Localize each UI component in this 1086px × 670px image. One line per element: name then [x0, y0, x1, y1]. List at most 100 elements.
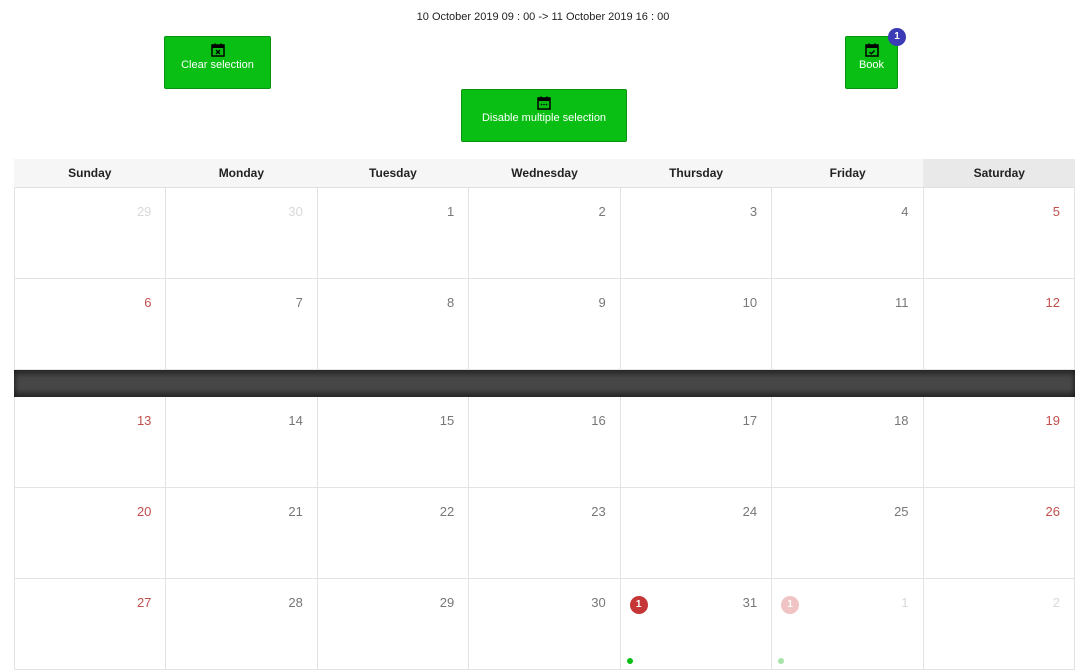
calendar-day[interactable]: 1	[316, 188, 468, 278]
calendar-day[interactable]: 2	[468, 188, 619, 278]
selected-range-text: 10 October 2019 09 : 00 -> 11 October 20…	[416, 11, 670, 23]
calendar-day[interactable]: 14	[165, 397, 316, 487]
day-number: 13	[136, 413, 152, 428]
day-number: 28	[288, 595, 303, 610]
day-number: 17	[742, 413, 758, 428]
calendar-day[interactable]: 16	[468, 397, 619, 487]
day-number: 12	[1045, 295, 1060, 310]
day-number: 29	[439, 595, 455, 610]
clear-selection-label: Clear selection	[181, 59, 254, 71]
day-number: 2	[1052, 595, 1060, 610]
day-number: 1	[901, 595, 909, 610]
day-number: 5	[1052, 204, 1060, 219]
event-count-badge[interactable]: 1	[629, 596, 648, 614]
day-number: 27	[136, 595, 152, 610]
day-number: 29	[136, 204, 152, 219]
day-number: 19	[1045, 413, 1060, 428]
day-number: 1	[447, 204, 455, 219]
weekday-header: Saturday	[923, 159, 1076, 187]
day-number: 10	[742, 295, 758, 310]
calendar-day[interactable]: 24	[619, 488, 771, 578]
weekday-header-row: Sunday Monday Tuesday Wednesday Thursday…	[14, 159, 1076, 188]
day-number: 21	[288, 504, 303, 519]
event-dot	[778, 658, 785, 664]
calendar-day[interactable]: 30	[468, 579, 619, 669]
calendar-check-icon	[864, 43, 879, 57]
day-number: 8	[447, 295, 455, 310]
day-number: 11	[895, 295, 909, 310]
event-dot	[626, 658, 633, 664]
weekday-header: Friday	[829, 166, 866, 180]
day-number: 9	[598, 295, 606, 310]
day-number: 20	[136, 504, 152, 519]
calendar-day[interactable]: 28	[165, 579, 316, 669]
calendar-day[interactable]: 21	[165, 488, 316, 578]
clear-selection-button[interactable]: Clear selection	[164, 36, 271, 89]
day-number: 14	[288, 413, 303, 428]
day-number: 30	[591, 595, 606, 610]
day-number: 15	[439, 413, 455, 428]
calendar-icon	[537, 96, 551, 110]
weekday-header: Sunday	[68, 166, 112, 180]
day-number: 4	[901, 204, 909, 219]
day-number: 22	[439, 504, 455, 519]
calendar-week-row: 27 28 29 30 1 31 1 1 2	[14, 579, 1075, 670]
calendar-day[interactable]: 18	[771, 397, 922, 487]
disable-multiple-selection-button[interactable]: Disable multiple selection	[461, 89, 627, 142]
calendar-week-row: 29 30 1 2 3 4 5	[14, 188, 1075, 279]
book-button[interactable]: Book	[845, 36, 898, 89]
selection-range-bar[interactable]	[14, 370, 1075, 397]
event-count-badge[interactable]: 1	[781, 596, 800, 614]
day-number: 16	[591, 413, 606, 428]
calendar-day[interactable]: 15	[316, 397, 468, 487]
calendar-day[interactable]: 23	[468, 488, 619, 578]
calendar-day[interactable]: 2	[922, 579, 1075, 669]
calendar-day[interactable]: 1 1	[771, 579, 922, 669]
weekday-header: Thursday	[669, 166, 724, 180]
calendar-day[interactable]: 1 31	[619, 579, 771, 669]
day-number: 3	[749, 204, 758, 219]
calendar-day[interactable]: 25	[771, 488, 922, 578]
calendar-day[interactable]: 17	[619, 397, 771, 487]
calendar-day[interactable]: 29	[14, 188, 165, 278]
calendar-day[interactable]: 22	[316, 488, 468, 578]
calendar-day[interactable]: 4	[771, 188, 922, 278]
calendar-month-grid: Sunday Monday Tuesday Wednesday Thursday…	[14, 159, 1076, 670]
calendar-day[interactable]: 3	[619, 188, 771, 278]
calendar-day[interactable]: 11	[771, 279, 922, 369]
calendar-day[interactable]: 6	[14, 279, 165, 369]
day-number: 25	[894, 504, 909, 519]
calendar-day[interactable]: 19	[922, 397, 1075, 487]
calendar-x-icon	[210, 43, 225, 57]
calendar-day[interactable]: 5	[922, 188, 1075, 278]
day-number: 7	[295, 295, 303, 310]
day-number: 2	[598, 204, 606, 219]
day-number: 6	[144, 295, 152, 310]
calendar-day[interactable]: 12	[922, 279, 1075, 369]
weekday-header: Wednesday	[511, 166, 578, 180]
calendar-day[interactable]: 29	[316, 579, 468, 669]
book-count-badge: 1	[888, 28, 906, 46]
weekday-header: Tuesday	[369, 166, 417, 180]
calendar-week-row: 13 14 15 16 17 18 19	[14, 397, 1075, 488]
calendar-day[interactable]: 13	[14, 397, 165, 487]
book-label: Book	[858, 59, 885, 71]
weekday-header: Monday	[218, 166, 265, 180]
calendar-day[interactable]: 9	[468, 279, 619, 369]
calendar-day[interactable]: 30	[165, 188, 316, 278]
day-number: 18	[894, 413, 909, 428]
day-number: 26	[1045, 504, 1060, 519]
calendar-day[interactable]: 26	[922, 488, 1075, 578]
calendar-day[interactable]: 8	[316, 279, 468, 369]
calendar-day[interactable]: 20	[14, 488, 165, 578]
calendar-day[interactable]: 27	[14, 579, 165, 669]
calendar-week-row: 20 21 22 23 24 25 26	[14, 488, 1075, 579]
calendar-day[interactable]: 7	[165, 279, 316, 369]
disable-multiple-selection-label: Disable multiple selection	[481, 112, 607, 124]
day-number: 23	[591, 504, 606, 519]
day-number: 31	[742, 595, 758, 610]
day-number: 30	[288, 204, 303, 219]
calendar-week-row: 6 7 8 9 10 11 12	[14, 279, 1075, 370]
day-number: 24	[742, 504, 758, 519]
calendar-day[interactable]: 10	[619, 279, 771, 369]
